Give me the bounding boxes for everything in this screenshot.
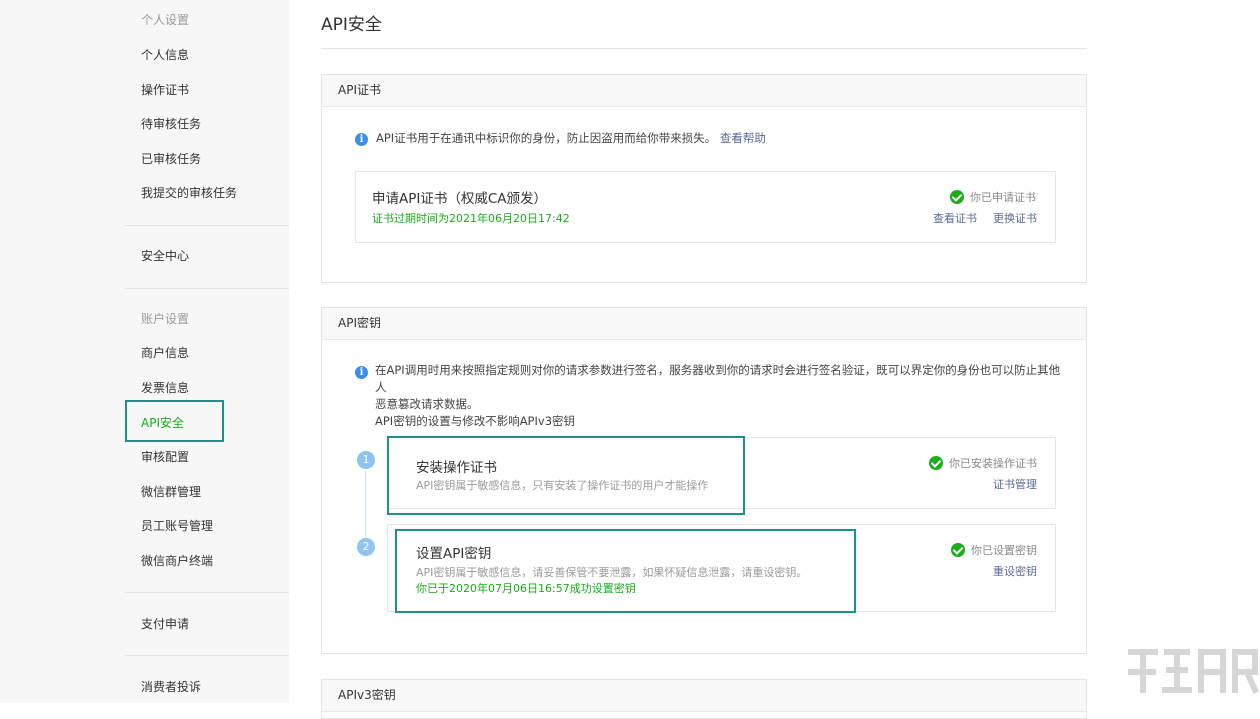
sidebar-item-wechat-group[interactable]: 微信群管理 (141, 484, 201, 500)
page-title: API安全 (321, 10, 382, 35)
sidebar-item-personal-info[interactable]: 个人信息 (141, 47, 189, 63)
cert-manage-link[interactable]: 证书管理 (993, 476, 1037, 492)
status-text: 你已申请证书 (970, 189, 1036, 205)
sidebar-item-submitted-tasks[interactable]: 我提交的审核任务 (141, 185, 237, 201)
step-number-2: 2 (357, 538, 375, 556)
card-title: 申请API证书（权威CA颁发） (372, 187, 547, 207)
cert-info-text: API证书用于在通讯中标识你的身份，防止因盗用而给你带来损失。 查看帮助 (376, 130, 766, 147)
cert-status: 你已申请证书 (950, 189, 1036, 205)
sidebar-divider (125, 655, 289, 656)
info-icon: i (355, 366, 368, 379)
sidebar-item-consumer-complaint[interactable]: 消费者投诉 (141, 679, 201, 695)
sidebar-group-personal: 个人设置 (141, 12, 189, 28)
cert-info-label: API证书用于在通讯中标识你的身份，防止因盗用而给你带来损失。 (376, 131, 716, 145)
sidebar: 个人设置 个人信息 操作证书 待审核任务 已审核任务 我提交的审核任务 安全中心… (0, 0, 289, 703)
sidebar-item-reviewed-tasks[interactable]: 已审核任务 (141, 151, 201, 167)
check-circle-icon (950, 190, 964, 204)
step1-status: 你已安装操作证书 (929, 455, 1037, 471)
help-link[interactable]: 查看帮助 (720, 131, 766, 145)
view-cert-link[interactable]: 查看证书 (933, 210, 977, 226)
sidebar-item-invoice-info[interactable]: 发票信息 (141, 380, 189, 396)
sidebar-divider (125, 592, 289, 593)
status-text: 你已设置密钥 (971, 542, 1037, 558)
highlight-box-step1 (387, 436, 745, 515)
panel-header: APIv3密钥 (322, 680, 1086, 712)
panel-header: API证书 (322, 75, 1086, 107)
check-circle-icon (951, 543, 965, 557)
sidebar-divider (125, 288, 289, 289)
sidebar-group-account: 账户设置 (141, 311, 189, 327)
sidebar-item-review-config[interactable]: 审核配置 (141, 449, 189, 465)
step-number-1: 1 (357, 451, 375, 469)
panel-header: API密钥 (322, 308, 1086, 340)
info-icon: i (355, 133, 368, 146)
sidebar-item-staff-accounts[interactable]: 员工账号管理 (141, 518, 213, 534)
reset-key-link[interactable]: 重设密钥 (993, 563, 1037, 579)
check-circle-icon (929, 456, 943, 470)
title-divider (321, 48, 1087, 49)
sidebar-item-pending-tasks[interactable]: 待审核任务 (141, 116, 201, 132)
apiv3-key-panel: APIv3密钥 (321, 679, 1087, 719)
sidebar-item-payment-apply[interactable]: 支付申请 (141, 616, 189, 632)
key-info-text: 在API调用时用来按照指定规则对你的请求参数进行签名，服务器收到你的请求时会进行… (375, 362, 1065, 430)
cert-expiry-text: 证书过期时间为2021年06月20日17:42 (372, 210, 570, 226)
key-info-line: 在API调用时用来按照指定规则对你的请求参数进行签名，服务器收到你的请求时会进行… (375, 362, 1065, 396)
replace-cert-link[interactable]: 更换证书 (993, 210, 1037, 226)
highlight-box-step2 (395, 529, 856, 613)
sidebar-divider (125, 225, 289, 226)
sidebar-item-security-center[interactable]: 安全中心 (141, 248, 189, 264)
api-cert-panel: API证书 i API证书用于在通讯中标识你的身份，防止因盗用而给你带来损失。 … (321, 74, 1087, 283)
status-text: 你已安装操作证书 (949, 455, 1037, 471)
step-connector (365, 470, 366, 542)
key-info-line: 恶意篡改请求数据。 (375, 396, 1065, 413)
apply-cert-card: 申请API证书（权威CA颁发） 证书过期时间为2021年06月20日17:42 … (355, 171, 1056, 243)
sidebar-item-merchant-info[interactable]: 商户信息 (141, 345, 189, 361)
watermark-logo (1125, 642, 1260, 703)
step2-status: 你已设置密钥 (951, 542, 1037, 558)
sidebar-item-operation-cert[interactable]: 操作证书 (141, 82, 189, 98)
key-info-line: API密钥的设置与修改不影响APIv3密钥 (375, 413, 1065, 430)
sidebar-item-merchant-terminal[interactable]: 微信商户终端 (141, 553, 213, 569)
highlight-box-api-security (125, 400, 224, 442)
